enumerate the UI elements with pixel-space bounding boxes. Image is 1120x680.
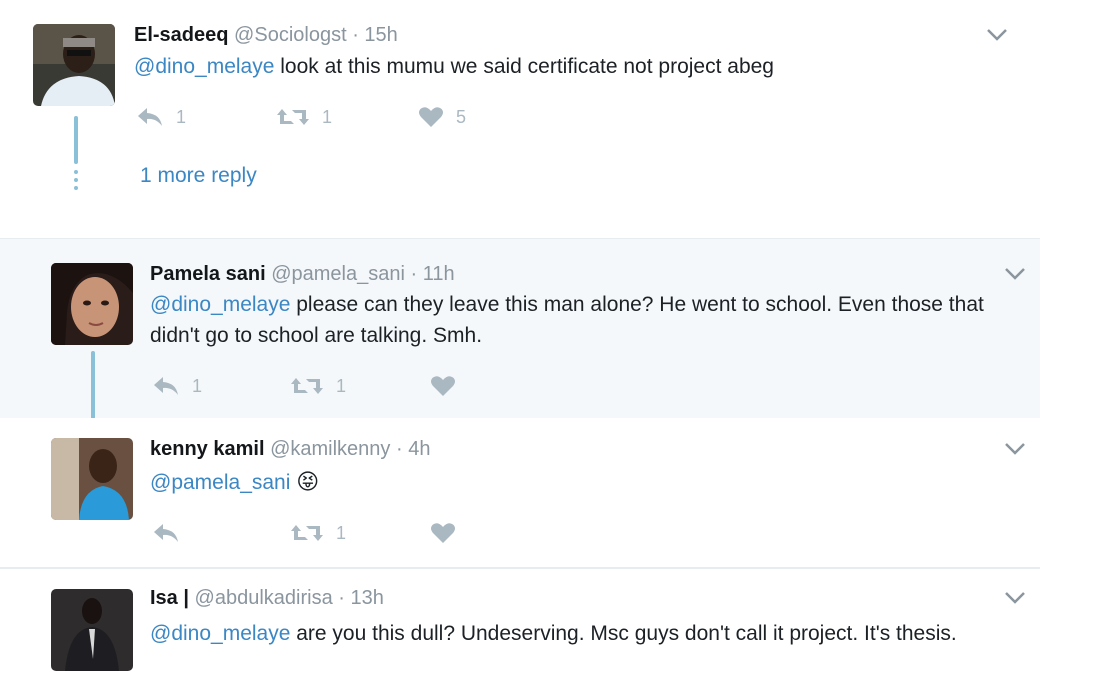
reply-count: 1: [192, 375, 203, 396]
tweet-text: @dino_melaye look at this mumu we said c…: [134, 51, 1034, 82]
tweet-pamela-sani[interactable]: Pamela sani @pamela_sani · 11h @dino_mel…: [0, 238, 1040, 443]
heart-icon: [431, 523, 455, 543]
retweet-count: 1: [336, 522, 347, 543]
retweet-icon: [291, 525, 323, 541]
reply-icon: [154, 524, 178, 542]
reply-icon: [154, 377, 178, 395]
display-name[interactable]: El-sadeeq: [134, 24, 228, 46]
separator: ·: [395, 438, 403, 460]
retweet-icon: [291, 378, 323, 394]
tweet-header: Isa | @abdulkadirisa · 13h: [150, 587, 384, 610]
tweet-el-sadeeq[interactable]: El-sadeeq @Sociologst · 15h @dino_melaye…: [0, 0, 1070, 212]
timestamp[interactable]: 11h: [423, 263, 455, 285]
mention-link[interactable]: @dino_melaye: [134, 55, 274, 78]
avatar[interactable]: [51, 438, 133, 520]
reply-button[interactable]: 1: [136, 106, 276, 128]
tweet-actions: 1 1 5: [136, 106, 466, 128]
user-handle[interactable]: @kamilkenny: [270, 438, 390, 460]
tweet-header: El-sadeeq @Sociologst · 15h: [134, 24, 398, 47]
like-button[interactable]: 5: [418, 106, 466, 128]
tweet-text: @dino_melaye please can they leave this …: [150, 289, 1020, 351]
tweet-header: Pamela sani @pamela_sani · 11h: [150, 263, 455, 286]
heart-icon: [419, 107, 443, 127]
thread-dots: [74, 170, 78, 194]
like-button[interactable]: [430, 375, 456, 397]
tweet-text: @dino_melaye are you this dull? Undeserv…: [150, 618, 1020, 649]
heart-icon: [431, 376, 455, 396]
avatar[interactable]: [33, 24, 115, 106]
retweet-button[interactable]: 1: [276, 106, 418, 128]
chevron-down-icon[interactable]: [1004, 591, 1026, 605]
avatar[interactable]: [51, 263, 133, 345]
retweet-count: 1: [336, 375, 347, 396]
retweet-count: 1: [322, 106, 333, 127]
tweet-body: look at this mumu we said certificate no…: [274, 55, 774, 78]
separator: ·: [352, 24, 359, 46]
tweet-actions: 1 1: [152, 375, 456, 397]
tweet-isa[interactable]: Isa | @abdulkadirisa · 13h @dino_melaye …: [0, 569, 1040, 680]
chevron-down-icon[interactable]: [1004, 442, 1026, 456]
retweet-icon: [277, 109, 309, 125]
user-handle[interactable]: @abdulkadirisa: [195, 587, 333, 609]
avatar-image: [51, 263, 133, 345]
tweet-body: are you this dull? Undeserving. Msc guys…: [290, 622, 957, 645]
chevron-down-icon[interactable]: [986, 28, 1008, 42]
like-button[interactable]: [430, 522, 456, 544]
mention-link[interactable]: @dino_melaye: [150, 622, 290, 645]
display-name[interactable]: Pamela sani: [150, 263, 266, 285]
avatar-image: [51, 589, 133, 671]
tweet-actions: 1: [152, 522, 456, 544]
avatar-image: [33, 24, 115, 106]
thread-line: [74, 116, 78, 164]
more-replies-link[interactable]: 1 more reply: [140, 164, 257, 188]
reply-icon: [138, 108, 162, 126]
retweet-button[interactable]: 1: [290, 375, 430, 397]
display-name[interactable]: kenny kamil: [150, 438, 265, 460]
reply-button[interactable]: 1: [152, 375, 290, 397]
tweet-header: kenny kamil @kamilkenny · 4h: [150, 438, 430, 461]
reply-button[interactable]: [152, 522, 290, 544]
timestamp[interactable]: 15h: [364, 24, 397, 46]
timestamp[interactable]: 13h: [350, 587, 383, 609]
avatar-image: [51, 438, 133, 520]
tweet-text: @pamela_sani 😝: [150, 466, 1020, 498]
mention-link[interactable]: @dino_melaye: [150, 293, 290, 316]
emoji-tongue-icon: 😝: [296, 469, 320, 494]
user-handle[interactable]: @Sociologst: [234, 24, 347, 46]
chevron-down-icon[interactable]: [1004, 267, 1026, 281]
timestamp[interactable]: 4h: [408, 438, 430, 460]
user-handle[interactable]: @pamela_sani: [271, 263, 405, 285]
retweet-button[interactable]: 1: [290, 522, 430, 544]
mention-link[interactable]: @pamela_sani: [150, 471, 290, 494]
separator: ·: [410, 263, 418, 285]
like-count: 5: [456, 106, 467, 127]
reply-count: 1: [176, 106, 187, 127]
tweet-kenny-kamil[interactable]: kenny kamil @kamilkenny · 4h @pamela_san…: [0, 418, 1040, 568]
separator: ·: [338, 587, 345, 609]
avatar[interactable]: [51, 589, 133, 671]
display-name[interactable]: Isa |: [150, 587, 189, 609]
